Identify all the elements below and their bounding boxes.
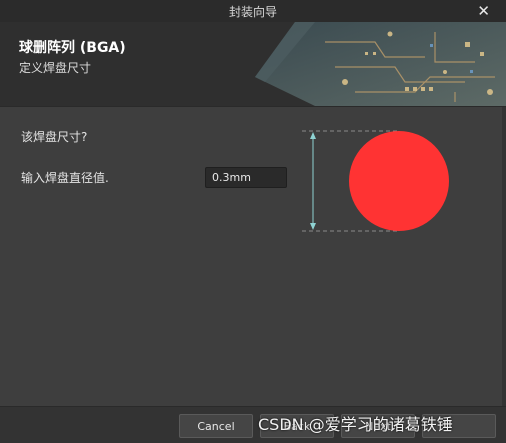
pad-circle [349,131,449,231]
page-title: 球删阵列 (BGA) [19,40,126,56]
finish-button[interactable] [422,414,496,438]
right-edge [502,107,506,406]
wizard-footer: Cancel Back Next [0,406,506,443]
wizard-header: 球删阵列 (BGA) 定义焊盘尺寸 [0,22,506,106]
back-button[interactable]: Back [260,414,334,438]
pcb-banner-image [255,22,506,106]
window-title: 封装向导 [228,4,277,19]
pad-size-diagram [302,130,449,232]
pad-size-input[interactable] [205,167,287,188]
close-icon[interactable]: ✕ [477,2,490,20]
next-button[interactable]: Next [341,414,415,438]
question-label: 该焊盘尺寸? [21,130,88,144]
cancel-button[interactable]: Cancel [179,414,253,438]
page-subtitle: 定义焊盘尺寸 [19,61,92,75]
title-bar: 封装向导 ✕ [0,0,506,22]
dimension-arrow-top [310,132,316,139]
dimension-arrow-bottom [310,223,316,230]
instruction-label: 输入焊盘直径值. [21,171,109,185]
